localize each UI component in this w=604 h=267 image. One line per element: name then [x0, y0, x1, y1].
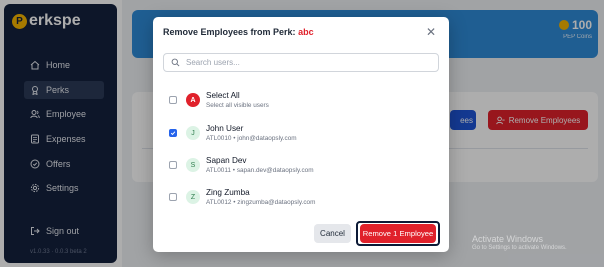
modal-title: Remove Employees from Perk: abc — [163, 27, 314, 37]
select-all-subtitle: Select all visible users — [206, 102, 269, 109]
search-icon — [171, 58, 180, 67]
user-checkbox[interactable] — [169, 193, 177, 201]
user-name: Zing Zumba — [206, 188, 250, 197]
watermark-title: Activate Windows — [472, 234, 544, 244]
activate-windows-watermark: Activate Windows Go to Settings to activ… — [472, 234, 567, 251]
search-input[interactable] — [186, 58, 416, 67]
user-email: zingzumba@dataopsly.com — [237, 199, 316, 206]
user-checkbox[interactable] — [169, 161, 177, 169]
avatar: A — [186, 93, 200, 107]
user-id: ATL0011 — [206, 167, 231, 174]
perk-name: abc — [298, 27, 314, 37]
user-id: ATL0010 — [206, 135, 232, 142]
separator-dot: • — [233, 199, 236, 206]
user-checkbox-checked[interactable] — [169, 129, 177, 137]
user-name: Sapan Dev — [206, 156, 247, 165]
separator-dot: • — [232, 167, 236, 174]
check-icon — [170, 131, 176, 136]
select-all-row[interactable]: A Select All Select all visible users — [163, 87, 439, 113]
search-box[interactable] — [163, 53, 439, 72]
user-id: ATL0012 — [206, 199, 232, 206]
user-detail: ATL0012 • zingzumba@dataopsly.com — [206, 199, 315, 206]
remove-employee-button[interactable]: Remove 1 Employee — [360, 224, 436, 243]
select-all-checkbox[interactable] — [169, 96, 177, 104]
watermark-subtitle: Go to Settings to activate Windows. — [472, 245, 567, 251]
cancel-button[interactable]: Cancel — [314, 224, 351, 243]
user-email: john@dataopsly.com — [237, 135, 297, 142]
avatar: J — [186, 126, 200, 140]
user-detail: ATL0011 • sapan.dev@dataopsly.com — [206, 167, 314, 174]
list-item[interactable]: S Sapan Dev ATL0011 • sapan.dev@dataopsl… — [163, 152, 439, 178]
avatar: Z — [186, 190, 200, 204]
list-item[interactable]: J John User ATL0010 • john@dataopsly.com — [163, 120, 439, 146]
modal-title-text: Remove Employees from Perk: — [163, 27, 296, 37]
user-email: sapan.dev@dataopsly.com — [236, 167, 314, 174]
select-all-label: Select All — [206, 91, 240, 100]
user-name: John User — [206, 124, 244, 133]
separator-dot: • — [233, 135, 236, 142]
avatar: S — [186, 158, 200, 172]
list-item[interactable]: Z Zing Zumba ATL0012 • zingzumba@dataops… — [163, 184, 439, 210]
remove-employees-modal: Remove Employees from Perk: abc ✕ A Sele… — [153, 17, 449, 252]
close-icon[interactable]: ✕ — [425, 26, 437, 38]
user-detail: ATL0010 • john@dataopsly.com — [206, 135, 297, 142]
